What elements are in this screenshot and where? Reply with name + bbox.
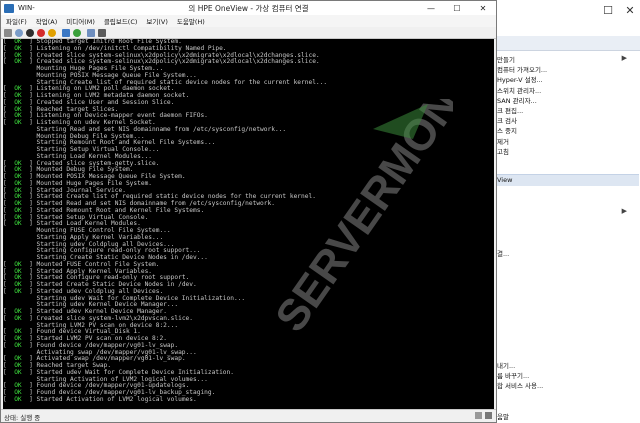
action-item[interactable]: 크 검사 — [497, 115, 517, 125]
boot-log: [ OK ] Stopped target Initrd Root File S… — [3, 39, 494, 404]
action-item[interactable]: 컴퓨터 가져오기... — [497, 64, 547, 74]
start-icon[interactable] — [15, 28, 23, 37]
lock-icon — [475, 412, 482, 419]
manager-close-button[interactable]: ✕ — [619, 0, 640, 20]
action-item[interactable]: 고침 — [497, 146, 509, 156]
toolbar — [1, 27, 496, 39]
keyboard-icon — [485, 412, 492, 419]
action-item[interactable]: Hyper-V 설정... — [497, 74, 543, 84]
pause-icon[interactable] — [62, 28, 70, 37]
action-item[interactable]: 만들기 — [497, 54, 515, 64]
vm-connection-window: WIN- 의 HPE OneView - 가상 컴퓨터 연결 — ☐ ✕ 파일(… — [0, 0, 497, 423]
ctrl-alt-del-icon[interactable] — [4, 28, 12, 37]
actions-section-header — [495, 174, 639, 187]
action-item[interactable]: 름 바꾸기... — [497, 370, 529, 380]
vm-console-screen[interactable]: [ OK ] Stopped target Initrd Root File S… — [3, 39, 494, 410]
action-item[interactable]: 스위치 관리자... — [497, 85, 541, 95]
submenu-arrow-icon: ▶ — [621, 207, 627, 215]
menu-action[interactable]: 작업(A) — [36, 16, 57, 26]
menu-bar: 파일(F) 작업(A) 미디어(M) 클립보드(C) 보기(V) 도움말(H) — [1, 15, 496, 27]
action-item[interactable]: 결... — [497, 248, 509, 258]
save-icon[interactable] — [48, 28, 56, 37]
minimize-button[interactable]: — — [418, 1, 444, 15]
action-item[interactable]: 스 중지 — [497, 125, 517, 135]
status-text: 상태: 실행 중 — [4, 414, 41, 422]
turn-off-icon[interactable] — [26, 28, 34, 37]
action-item[interactable]: View — [497, 176, 512, 184]
menu-media[interactable]: 미디어(M) — [66, 16, 95, 26]
ok-tag: [ OK ] — [3, 395, 37, 403]
maximize-button[interactable]: ☐ — [444, 1, 470, 15]
shutdown-icon[interactable] — [37, 28, 45, 37]
menu-help[interactable]: 도움말(H) — [177, 16, 205, 26]
menu-clipboard[interactable]: 클립보드(C) — [104, 16, 138, 26]
action-item[interactable]: 움말 — [497, 411, 509, 421]
menu-view[interactable]: 보기(V) — [146, 16, 167, 26]
action-item[interactable]: 내기... — [497, 360, 515, 370]
submenu-arrow-icon: ▶ — [621, 54, 627, 62]
checkpoint-icon[interactable] — [87, 28, 95, 37]
log-line: [ OK ] Started Activation of LVM2 logica… — [3, 395, 494, 404]
manager-maximize-button[interactable]: ☐ — [597, 0, 619, 20]
action-item[interactable]: 합 서비스 사용... — [497, 380, 543, 390]
status-bar: 상태: 실행 중 — [1, 409, 496, 422]
reset-icon[interactable] — [73, 28, 81, 37]
log-message: Started Activation of LVM2 logical volum… — [36, 395, 197, 403]
action-item[interactable]: 크 편집... — [497, 105, 523, 115]
action-item[interactable]: 제거 — [497, 136, 509, 146]
revert-icon[interactable] — [98, 28, 106, 37]
window-controls: — ☐ ✕ — [418, 1, 496, 15]
close-button[interactable]: ✕ — [470, 1, 496, 15]
vm-title-bar[interactable]: WIN- 의 HPE OneView - 가상 컴퓨터 연결 — ☐ ✕ — [1, 1, 496, 15]
action-item[interactable]: SAN 관리자... — [497, 95, 537, 105]
menu-file[interactable]: 파일(F) — [6, 16, 27, 26]
